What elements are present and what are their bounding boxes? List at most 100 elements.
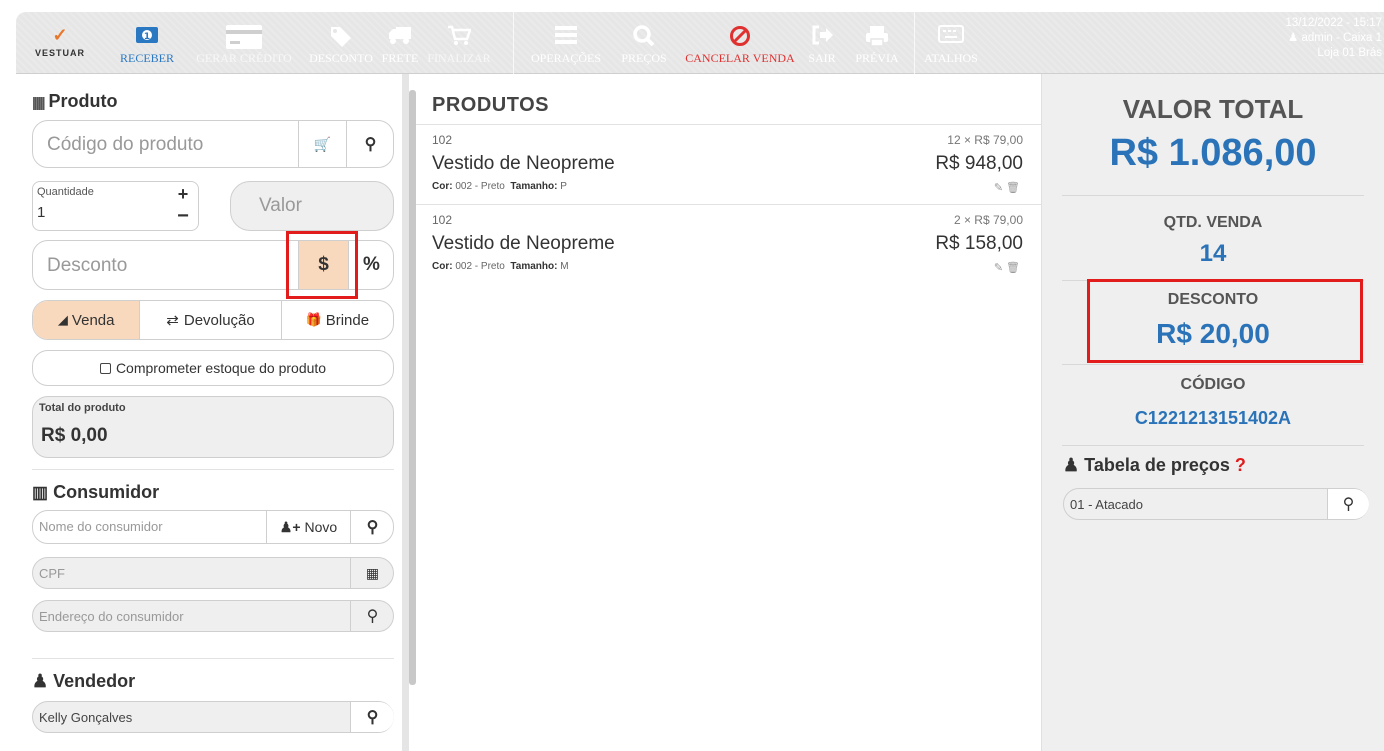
search-icon: ⚲ [366,519,379,536]
sign-out-icon [812,25,833,45]
codigo-label: CÓDIGO [1180,376,1246,393]
cancelar-venda-label: CANCELAR VENDA [685,51,795,65]
quantidade-increment-button[interactable]: + [174,184,192,204]
operacoes-button[interactable]: OPERAÇÕES [526,12,606,74]
nome-consumidor-field[interactable]: Nome do consumidor ♟+ Novo ⚲ [32,510,394,544]
money-icon: 1 [136,27,158,43]
precos-label: PREÇOS [621,51,667,65]
top-toolbar: ✓ VESTUAR 1 RECEBER GERAR CRÉDITO DESCON… [16,12,1384,74]
quantidade-decrement-button[interactable]: − [174,206,192,226]
quantidade-value: 1 [37,204,46,221]
search-consumidor-button[interactable]: ⚲ [350,511,394,543]
previa-label: PRÉVIA [855,51,899,65]
product-unit-price: 2 × R$ 79,00 [953,213,1023,227]
tipo-devolucao-button[interactable]: ⇄ Devolução [140,301,282,339]
svg-text:1: 1 [144,32,150,42]
tabela-precos-title: ♟ Tabela de preços ? [1063,455,1246,475]
tabela-precos-field[interactable]: 01 - Atacado ⚲ [1063,488,1369,520]
calculator-button[interactable]: ▦ [350,558,394,588]
product-name: Vestido de Neopreme [432,153,615,174]
produtos-panel: PRODUTOS 102 Vestido de Neopreme Cor: 00… [416,74,1041,751]
edit-icon[interactable]: ✎ [994,262,1006,274]
quantidade-label: Quantidade [37,186,94,198]
desconto-button[interactable]: DESCONTO [304,12,378,74]
gerar-credito-button[interactable]: GERAR CRÉDITO [188,12,300,74]
receber-label: RECEBER [119,51,174,65]
truck-icon [389,27,411,44]
checkbox-icon [99,362,111,374]
codigo-produto-field[interactable]: Código do produto 🛒 ⚲ [32,120,394,168]
search-icon: ⚲ [366,709,379,726]
frete-button[interactable]: FRETE [380,12,420,74]
user-plus-icon: ♟+ [279,518,301,535]
atalhos-button[interactable]: ATALHOS [921,12,981,74]
endereco-consumidor-field[interactable]: Endereço do consumidor ⚲ [32,600,394,632]
finalizar-label: FINALIZAR [427,51,491,65]
help-icon[interactable]: ? [1235,455,1246,475]
codigo-produto-placeholder: Código do produto [47,134,204,155]
gift-icon: 🎁 [305,312,322,327]
comprometer-estoque-checkbox[interactable]: Comprometer estoque do produto [32,350,394,386]
logo-check-icon: ✓ [52,25,68,45]
search-icon: ⚲ [366,608,379,625]
valor-field[interactable]: Valor [230,181,394,231]
search-icon: ⚲ [1342,496,1355,513]
tabela-precos-value: 01 - Atacado [1070,497,1143,512]
user-info: ♟ admin - Caixa 1 [1285,31,1382,46]
product-attributes: Cor: 002 - Preto Tamanho: P [432,181,567,192]
list-item[interactable]: 102 Vestido de Neopreme Cor: 002 - Preto… [416,204,1041,284]
desconto-placeholder: Desconto [47,255,128,276]
tipo-brinde-button[interactable]: 🎁 Brinde [282,301,393,339]
sair-button[interactable]: SAIR [804,12,840,74]
cancelar-venda-button[interactable]: CANCELAR VENDA [681,12,799,74]
total-produto-box: Total do produto R$ 0,00 [32,396,394,458]
quantidade-field[interactable]: Quantidade 1 + − [32,181,199,231]
precos-button[interactable]: PREÇOS [614,12,674,74]
desconto-label: DESCONTO [309,51,373,65]
novo-consumidor-button[interactable]: ♟+ Novo [266,511,350,543]
search-produto-button[interactable]: ⚲ [346,121,394,167]
finalizar-button[interactable]: FINALIZAR [422,12,496,74]
product-actions: ✎🗑 [994,261,1023,274]
credit-card-icon [226,25,262,49]
produtos-title: PRODUTOS [432,94,549,116]
list-item[interactable]: 102 Vestido de Neopreme Cor: 002 - Preto… [416,124,1041,204]
valor-total-value: R$ 1.086,00 [1109,132,1317,174]
edit-icon[interactable]: ✎ [994,182,1006,194]
session-info: 13/12/2022 - 15:17 ♟ admin - Caixa 1 Loj… [1285,16,1382,61]
cpf-field[interactable]: CPF ▦ [32,557,394,589]
cancel-icon [730,26,750,46]
previa-button[interactable]: PRÉVIA [848,12,906,74]
section-divider [32,658,394,659]
store-name: Loja 01 Brás [1317,47,1382,59]
cart-search-button[interactable]: 🛒 [298,121,346,167]
comprometer-estoque-label: Comprometer estoque do produto [115,360,327,376]
gerar-credito-label: GERAR CRÉDITO [196,51,292,65]
nome-consumidor-placeholder: Nome do consumidor [39,519,163,534]
search-endereco-button[interactable]: ⚲ [350,601,394,631]
toolbar-separator [513,12,514,74]
menu-icon [555,26,577,44]
summary-divider [1062,195,1364,196]
vendedor-field[interactable]: Kelly Gonçalves ⚲ [32,701,394,733]
exchange-icon: ⇄ [166,312,179,329]
valor-total-label: VALOR TOTAL [1122,94,1304,124]
receber-button[interactable]: 1 RECEBER [114,12,180,74]
valor-placeholder: Valor [259,195,302,216]
vestuar-logo: ✓ VESTUAR [22,26,98,58]
tipo-venda-button[interactable]: ◢ Venda [33,301,141,339]
consumidor-section-title: ▥ Consumidor [32,482,160,502]
total-produto-value: R$ 0,00 [41,425,108,446]
qtd-venda-label: QTD. VENDA [1163,214,1263,231]
qtd-venda-value: 14 [1199,240,1227,267]
search-vendedor-button[interactable]: ⚲ [350,702,394,732]
search-tabela-button[interactable]: ⚲ [1327,489,1369,519]
logo-text: VESTUAR [34,48,85,58]
cpf-placeholder: CPF [39,566,65,581]
trash-icon[interactable]: 🗑 [1006,262,1023,274]
shopping-bag-icon: ◢ [57,312,68,327]
product-unit-price: 12 × R$ 79,00 [947,133,1023,147]
produto-section-title: |||||| Produto [32,91,118,111]
trash-icon[interactable]: 🗑 [1006,182,1023,194]
left-panel-scrollbar[interactable] [409,90,416,685]
